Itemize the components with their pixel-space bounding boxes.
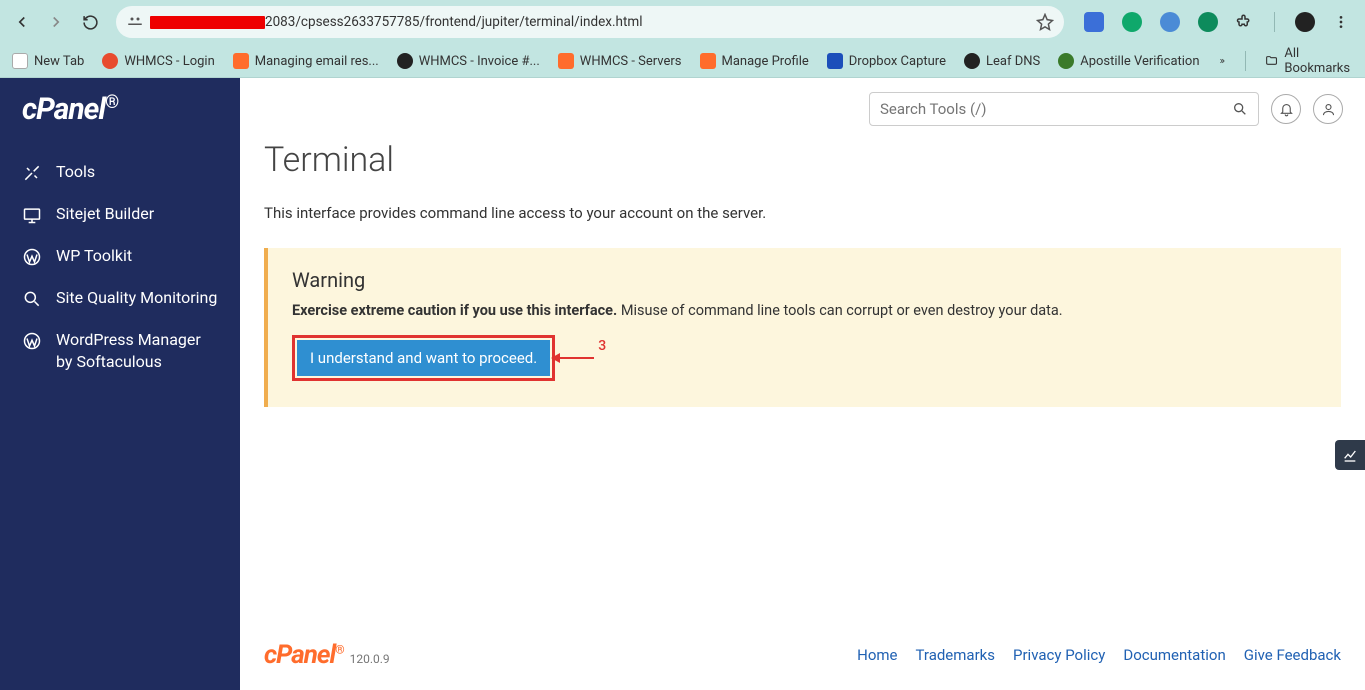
bell-icon xyxy=(1279,102,1294,117)
proceed-highlight: I understand and want to proceed. 3 xyxy=(292,335,555,381)
sidebar-item-label: Tools xyxy=(56,161,95,183)
cpanel-logo: cPanel® xyxy=(0,92,240,151)
extension-icon[interactable] xyxy=(1084,12,1104,32)
url-bar[interactable]: 2083/cpsess2633757785/frontend/jupiter/t… xyxy=(116,6,1064,38)
bookmarks-bar: New Tab WHMCS - Login Managing email res… xyxy=(0,44,1365,78)
sidebar: cPanel® Tools Sitejet Builder WP Toolkit… xyxy=(0,78,240,690)
footer-version: 120.0.9 xyxy=(350,652,390,666)
url-redacted xyxy=(150,16,265,29)
bookmark-item[interactable]: Apostille Verification xyxy=(1058,53,1199,69)
footer-link-privacy[interactable]: Privacy Policy xyxy=(1013,646,1105,664)
topbar xyxy=(240,78,1365,140)
bookmark-item[interactable]: Leaf DNS xyxy=(964,53,1040,69)
kebab-menu-icon[interactable] xyxy=(1333,14,1349,30)
wordpress-icon xyxy=(22,247,42,267)
all-bookmarks[interactable]: All Bookmarks xyxy=(1265,46,1353,76)
profile-avatar[interactable] xyxy=(1295,12,1315,32)
separator xyxy=(1274,12,1275,32)
chart-icon xyxy=(1342,447,1358,463)
wordpress-icon xyxy=(22,331,42,351)
sidebar-item-tools[interactable]: Tools xyxy=(0,151,240,193)
bookmark-item[interactable]: Manage Profile xyxy=(700,53,809,69)
main-area: Terminal This interface provides command… xyxy=(240,78,1365,690)
extension-icon[interactable] xyxy=(1122,12,1142,32)
page-content: Terminal This interface provides command… xyxy=(240,140,1365,626)
extension-icon[interactable] xyxy=(1160,12,1180,32)
cpanel-app: cPanel® Tools Sitejet Builder WP Toolkit… xyxy=(0,78,1365,690)
user-icon xyxy=(1321,102,1336,117)
sidebar-item-label: Site Quality Monitoring xyxy=(56,287,217,309)
footer-brand: cPanel® 120.0.9 xyxy=(264,640,390,670)
tools-icon xyxy=(22,163,42,183)
folder-icon xyxy=(1265,53,1278,69)
bookmark-item[interactable]: WHMCS - Login xyxy=(102,53,214,69)
bookmark-item[interactable]: Managing email res... xyxy=(233,53,379,69)
sitejet-icon xyxy=(22,205,42,225)
sidebar-item-site-quality[interactable]: Site Quality Monitoring xyxy=(0,277,240,319)
search-button[interactable] xyxy=(1222,93,1258,125)
browser-chrome: 2083/cpsess2633757785/frontend/jupiter/t… xyxy=(0,0,1365,78)
notifications-button[interactable] xyxy=(1271,94,1301,124)
reload-button[interactable] xyxy=(76,8,104,36)
annotation-arrow: 3 xyxy=(552,350,606,366)
footer-link-feedback[interactable]: Give Feedback xyxy=(1244,646,1341,664)
footer-link-trademarks[interactable]: Trademarks xyxy=(916,646,996,664)
search-input[interactable] xyxy=(870,100,1222,118)
footer-logo: cPanel® xyxy=(264,640,344,670)
extension-icon[interactable] xyxy=(1198,12,1218,32)
page-title: Terminal xyxy=(264,140,1341,180)
warning-heading: Warning xyxy=(292,268,1317,292)
extension-icons xyxy=(1076,12,1357,32)
page-description: This interface provides command line acc… xyxy=(264,204,1341,222)
bookmark-item[interactable]: WHMCS - Servers xyxy=(558,53,682,69)
search-icon xyxy=(1232,101,1248,117)
proceed-button[interactable]: I understand and want to proceed. xyxy=(297,340,550,376)
bookmark-item[interactable]: WHMCS - Invoice #... xyxy=(397,53,540,69)
forward-button[interactable] xyxy=(42,8,70,36)
browser-toolbar: 2083/cpsess2633757785/frontend/jupiter/t… xyxy=(0,0,1365,44)
sidebar-item-label: WP Toolkit xyxy=(56,245,132,267)
extensions-puzzle-icon[interactable] xyxy=(1236,13,1254,31)
bookmark-item[interactable]: Dropbox Capture xyxy=(827,53,946,69)
sidebar-item-wp-manager[interactable]: WordPress Manager by Softaculous xyxy=(0,319,240,382)
search-tools[interactable] xyxy=(869,92,1259,126)
sidebar-item-wptoolkit[interactable]: WP Toolkit xyxy=(0,235,240,277)
footer-link-home[interactable]: Home xyxy=(857,646,897,664)
back-button[interactable] xyxy=(8,8,36,36)
bookmarks-overflow-icon[interactable] xyxy=(1218,52,1225,70)
annotation-number: 3 xyxy=(598,338,606,354)
site-info-icon[interactable] xyxy=(126,13,144,31)
warning-text: Exercise extreme caution if you use this… xyxy=(292,302,1317,319)
bookmark-item[interactable]: New Tab xyxy=(12,53,84,69)
sidebar-item-sitejet[interactable]: Sitejet Builder xyxy=(0,193,240,235)
footer-links: Home Trademarks Privacy Policy Documenta… xyxy=(857,646,1341,664)
user-button[interactable] xyxy=(1313,94,1343,124)
magnify-icon xyxy=(22,289,42,309)
sidebar-item-label: WordPress Manager by Softaculous xyxy=(56,329,218,372)
footer: cPanel® 120.0.9 Home Trademarks Privacy … xyxy=(240,626,1365,690)
footer-link-docs[interactable]: Documentation xyxy=(1123,646,1225,664)
url-text: 2083/cpsess2633757785/frontend/jupiter/t… xyxy=(150,14,643,30)
sidebar-item-label: Sitejet Builder xyxy=(56,203,154,225)
star-icon[interactable] xyxy=(1036,13,1054,31)
stats-tab[interactable] xyxy=(1335,440,1365,470)
warning-box: Warning Exercise extreme caution if you … xyxy=(264,248,1341,407)
